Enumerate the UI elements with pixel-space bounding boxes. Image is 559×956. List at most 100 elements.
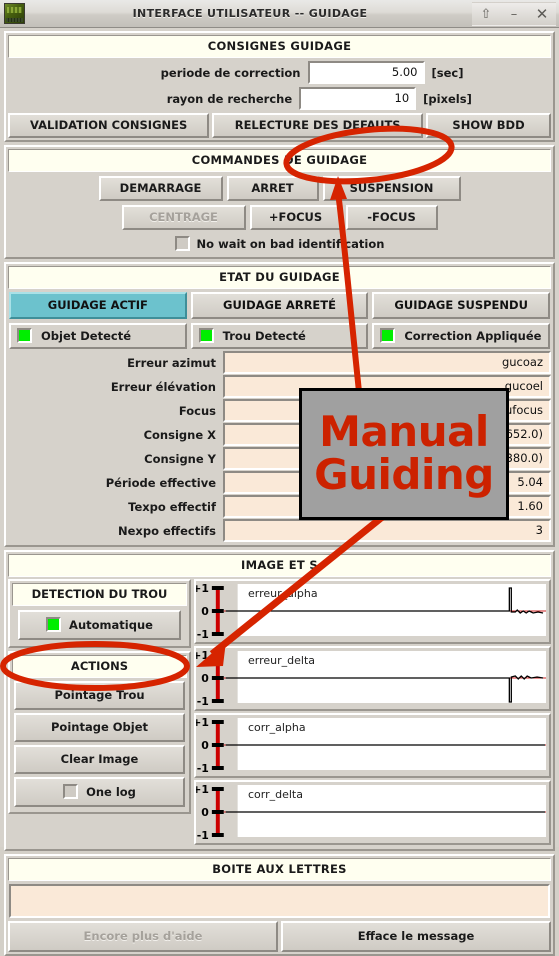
tab-guidage-arrete[interactable]: GUIDAGE ARRETÉ <box>190 292 369 319</box>
focus-label: Focus <box>178 403 216 418</box>
plot-erreur-alpha-label: erreur_alpha <box>248 587 318 600</box>
commandes-row-2: CENTRAGE +FOCUS -FOCUS <box>8 205 551 230</box>
consignes-header: CONSIGNES GUIDAGE <box>8 35 551 58</box>
pointage-objet-button[interactable]: Pointage Objet <box>14 713 185 742</box>
svg-text:+1: +1 <box>196 783 209 796</box>
flag-trou-detecte: Trou Detecté <box>190 323 369 349</box>
plot-corr-delta-label: corr_delta <box>248 788 303 801</box>
application-window: INTERFACE UTILISATEUR -- GUIDAGE ⇧ – ✕ C… <box>0 0 559 956</box>
pointage-objet-label: Pointage Objet <box>51 720 148 734</box>
svg-text:-1: -1 <box>197 829 209 842</box>
svg-text:0: 0 <box>201 739 209 752</box>
svg-text:+1: +1 <box>196 582 209 595</box>
image-section-body: DETECTION DU TROU Automatique ACTIONS Po… <box>8 579 551 847</box>
commandes-header: COMMANDES DE GUIDAGE <box>8 149 551 172</box>
flag-correction-appliquee: Correction Appliquée <box>372 323 551 349</box>
erreur-azimut-value: gucoaz <box>223 351 551 374</box>
periode-input[interactable]: 5.00 <box>307 61 425 84</box>
detection-du-trou-panel: DETECTION DU TROU Automatique <box>8 579 191 648</box>
svg-text:-1: -1 <box>197 695 209 708</box>
mailbox-panel: BOITE AUX LETTRES Encore plus d'aide Eff… <box>4 854 555 956</box>
callout-line-1: Manual <box>319 407 489 457</box>
plot-corr-alpha-label: corr_alpha <box>248 721 306 734</box>
etat-header: ETAT DU GUIDAGE <box>8 266 551 289</box>
no-wait-checkbox[interactable] <box>174 236 190 251</box>
relecture-des-defauts-button[interactable]: RELECTURE DES DEFAUTS <box>212 113 424 138</box>
mailbox-button-row: Encore plus d'aide Efface le message <box>8 921 551 952</box>
arret-button[interactable]: ARRET <box>226 176 319 201</box>
rayon-unit: [pixels] <box>423 91 472 106</box>
actions-panel: ACTIONS Pointage Trou Pointage Objet Cle… <box>8 651 191 814</box>
pointage-trou-button[interactable]: Pointage Trou <box>14 681 185 710</box>
no-wait-checkbox-row[interactable]: No wait on bad identification <box>8 236 551 251</box>
consigne-x-label: Consigne X <box>143 427 216 442</box>
automatique-indicator <box>46 617 62 632</box>
validation-consignes-button[interactable]: VALIDATION CONSIGNES <box>8 113 210 138</box>
rayon-label: rayon de recherche <box>166 91 293 106</box>
efface-le-message-button[interactable]: Efface le message <box>281 921 551 952</box>
centrage-button: CENTRAGE <box>121 205 246 230</box>
commandes-panel: COMMANDES DE GUIDAGE DEMARRAGE ARRET SUS… <box>4 145 555 259</box>
minimize-button[interactable]: – <box>500 2 528 26</box>
consignes-button-row: VALIDATION CONSIGNES RELECTURE DES DEFAU… <box>8 113 551 138</box>
plot-erreur-delta[interactable]: +1 0 -1 erreur_delta <box>194 646 551 711</box>
tab-guidage-actif[interactable]: GUIDAGE ACTIF <box>9 292 187 319</box>
texpo-effectif-label: Texpo effectif <box>128 499 216 514</box>
etat-tabs: GUIDAGE ACTIF GUIDAGE ARRETÉ GUIDAGE SUS… <box>9 292 551 319</box>
minus-focus-button[interactable]: -FOCUS <box>345 205 438 230</box>
plot-corr-alpha[interactable]: +1 0 -1 corr_alpha <box>194 713 551 778</box>
field-rayon-de-recherche: rayon de recherche 10 [pixels] <box>8 87 551 110</box>
shade-button[interactable]: ⇧ <box>472 2 500 26</box>
title-bar: INTERFACE UTILISATEUR -- GUIDAGE ⇧ – ✕ <box>0 0 559 28</box>
plot-erreur-delta-label: erreur_delta <box>248 654 315 667</box>
objet-detecte-indicator <box>17 328 32 343</box>
rayon-input[interactable]: 10 <box>299 87 417 110</box>
pointage-trou-label: Pointage Trou <box>54 688 145 702</box>
svg-text:+1: +1 <box>196 649 209 662</box>
actions-header: ACTIONS <box>12 655 187 678</box>
plot-corr-delta[interactable]: +1 0 -1 corr_delta <box>194 780 551 845</box>
image-section-panel: IMAGE ET S DETECTION DU TROU Automatique… <box>4 550 555 851</box>
plot-erreur-alpha[interactable]: +1 0 -1 erreur_alpha <box>194 579 551 644</box>
image-section-header: IMAGE ET S <box>8 554 551 577</box>
tab-guidage-suspendu[interactable]: GUIDAGE SUSPENDU <box>372 292 551 319</box>
erreur-elevation-label: Erreur élévation <box>110 379 216 394</box>
etat-flags: Objet Detecté Trou Detecté Correction Ap… <box>9 323 551 349</box>
clear-image-button[interactable]: Clear Image <box>14 745 185 774</box>
callout-line-2: Guiding <box>314 450 494 499</box>
automatique-button[interactable]: Automatique <box>18 610 181 640</box>
trou-detecte-label: Trou Detecté <box>222 328 306 343</box>
commandes-row-1: DEMARRAGE ARRET SUSPENSION <box>8 176 551 201</box>
svg-text:-1: -1 <box>197 628 209 641</box>
correction-appliquee-indicator <box>380 328 396 343</box>
no-wait-label: No wait on bad identification <box>196 236 385 251</box>
plots-column: +1 0 -1 erreur_alpha +1 0 -1 erreur_delt… <box>194 579 551 847</box>
plus-focus-button[interactable]: +FOCUS <box>249 205 342 230</box>
encore-plus-daide-button: Encore plus d'aide <box>8 921 278 952</box>
automatique-label: Automatique <box>69 617 153 632</box>
consignes-panel: CONSIGNES GUIDAGE periode de correction … <box>4 31 555 142</box>
svg-text:-1: -1 <box>197 762 209 775</box>
mailbox-message <box>9 884 550 918</box>
erreur-azimut-label: Erreur azimut <box>127 355 216 370</box>
left-controls-column: DETECTION DU TROU Automatique ACTIONS Po… <box>8 579 191 847</box>
nexpo-effectifs-label: Nexpo effectifs <box>118 523 216 538</box>
objet-detecte-label: Objet Detecté <box>41 328 132 343</box>
svg-text:0: 0 <box>201 605 209 618</box>
correction-appliquee-label: Correction Appliquée <box>404 328 542 343</box>
data-row-erreur-azimut: Erreur azimut gucoaz <box>8 351 551 374</box>
periode-label: periode de correction <box>160 65 301 80</box>
svg-text:0: 0 <box>201 672 209 685</box>
manual-guiding-callout: Manual Guiding <box>299 388 509 520</box>
show-bdd-button[interactable]: SHOW BDD <box>426 113 551 138</box>
demarrage-button[interactable]: DEMARRAGE <box>98 176 223 201</box>
consigne-y-label: Consigne Y <box>144 451 216 466</box>
one-log-checkbox[interactable] <box>63 784 79 799</box>
one-log-label: One log <box>86 784 136 799</box>
close-button[interactable]: ✕ <box>528 2 556 26</box>
suspension-button[interactable]: SUSPENSION <box>322 176 461 201</box>
one-log-button[interactable]: One log <box>14 777 185 807</box>
svg-text:+1: +1 <box>196 716 209 729</box>
detection-du-trou-header: DETECTION DU TROU <box>12 583 187 606</box>
app-icon <box>4 3 25 24</box>
